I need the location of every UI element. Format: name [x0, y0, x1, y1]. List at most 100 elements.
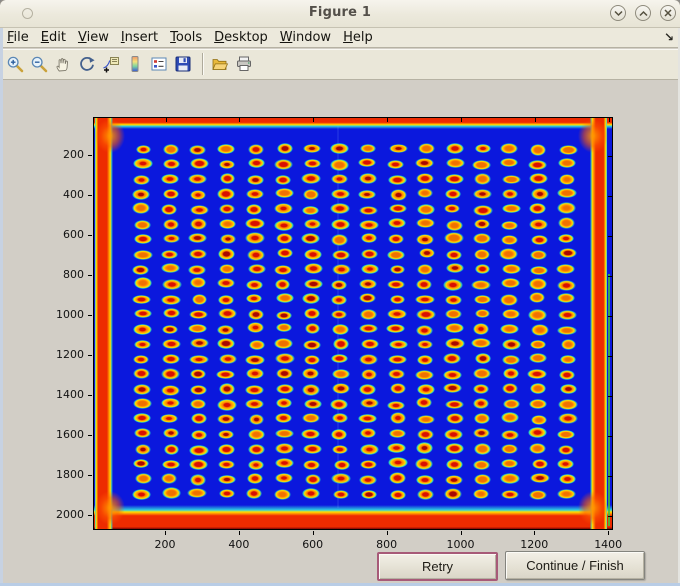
y-axis-tick-right	[608, 435, 612, 437]
y-axis-tick-right	[608, 235, 612, 237]
array-spot	[133, 355, 150, 365]
array-spot	[163, 143, 180, 155]
array-spot	[499, 248, 519, 260]
print-figure-button[interactable]	[235, 55, 253, 73]
menu-item-window[interactable]: Window	[274, 29, 337, 46]
array-spot	[445, 262, 464, 273]
array-spot	[133, 427, 152, 439]
array-spot	[132, 458, 150, 469]
array-spot	[557, 458, 574, 469]
array-spot	[219, 173, 236, 184]
save-figure-button[interactable]	[174, 55, 192, 73]
array-spot	[273, 159, 293, 171]
array-spot	[244, 217, 265, 230]
array-spot	[445, 308, 463, 319]
array-spot	[304, 279, 323, 289]
y-axis-tick-left	[88, 475, 92, 476]
array-spot	[416, 384, 435, 395]
array-spot	[444, 428, 463, 441]
array-spot	[359, 428, 376, 438]
x-axis-tick-bottom	[312, 531, 314, 535]
array-spot	[527, 159, 548, 171]
array-spot	[276, 384, 294, 394]
array-spot	[531, 458, 548, 469]
figure-window: Figure 1 File Edit View Insert Tools Desktop W…	[0, 0, 680, 586]
array-spot	[246, 293, 263, 303]
array-spot	[302, 460, 321, 470]
array-spot	[188, 174, 207, 184]
array-spot	[500, 429, 520, 441]
insert-legend-button[interactable]	[150, 55, 168, 73]
shade-window-button[interactable]	[610, 5, 626, 21]
y-tick-label: 2000	[56, 508, 84, 521]
array-spot	[359, 444, 379, 455]
array-spot	[474, 308, 491, 318]
array-spot	[388, 340, 408, 350]
menu-item-tools[interactable]: Tools	[164, 29, 208, 46]
array-spot	[444, 203, 461, 213]
array-spot	[304, 263, 323, 274]
pan-button[interactable]	[54, 55, 72, 73]
data-cursor-button[interactable]	[102, 55, 120, 73]
array-spot	[557, 188, 577, 199]
array-spot	[276, 323, 293, 333]
array-spot	[190, 338, 210, 348]
insert-colorbar-button[interactable]	[126, 55, 144, 73]
menu-item-file[interactable]: File	[1, 29, 35, 46]
dock-figure-arrow-icon[interactable]: ↘	[664, 30, 674, 44]
menu-item-view[interactable]: View	[72, 29, 115, 46]
array-spot	[332, 324, 350, 336]
array-spot	[556, 279, 577, 291]
array-spot	[160, 413, 178, 423]
array-spot	[332, 263, 351, 276]
array-spot	[301, 292, 321, 305]
array-spot	[417, 429, 434, 440]
menu-item-help[interactable]: Help	[337, 29, 379, 46]
array-spot	[359, 173, 378, 185]
array-spot	[273, 489, 291, 501]
array-spot	[331, 294, 348, 306]
array-spot	[500, 473, 520, 484]
array-spot	[470, 338, 491, 348]
array-spot	[442, 369, 462, 381]
x-axis-tick-bottom	[238, 531, 240, 535]
open-file-button[interactable]	[211, 55, 229, 73]
array-spot	[529, 339, 546, 350]
array-spot	[474, 295, 491, 305]
array-spot	[360, 397, 380, 408]
plate-edge-left	[95, 118, 113, 529]
array-spot	[331, 279, 348, 291]
close-window-button[interactable]	[660, 5, 676, 21]
array-spot	[529, 443, 546, 454]
array-spot	[415, 475, 435, 486]
array-spot	[530, 144, 547, 156]
continue-finish-button[interactable]: Continue / Finish	[505, 551, 645, 580]
array-spot	[189, 473, 206, 486]
y-axis-tick-left	[88, 395, 92, 396]
array-spot	[275, 310, 292, 320]
array-spot	[415, 295, 435, 305]
array-spot	[161, 338, 182, 349]
array-spot	[417, 340, 434, 350]
retry-button[interactable]: Retry	[377, 552, 498, 581]
array-spot	[160, 397, 181, 409]
array-spot	[132, 383, 151, 396]
array-spot	[331, 473, 352, 484]
array-spot	[445, 443, 465, 455]
menu-item-desktop[interactable]: Desktop	[208, 29, 274, 46]
menu-item-edit[interactable]: Edit	[35, 29, 72, 46]
array-spot	[472, 323, 490, 335]
zoom-in-button[interactable]	[6, 55, 24, 73]
unshade-window-button[interactable]	[635, 5, 651, 21]
menu-item-insert[interactable]: Insert	[115, 29, 164, 46]
array-spot	[358, 474, 377, 485]
array-spot	[161, 353, 180, 365]
rotate-3d-button[interactable]	[78, 55, 96, 73]
array-spot	[500, 278, 521, 289]
array-spot	[361, 249, 378, 259]
array-spot	[559, 355, 577, 365]
array-spot	[472, 383, 489, 394]
array-spot	[557, 489, 576, 499]
zoom-out-button[interactable]	[30, 55, 48, 73]
array-spot	[389, 188, 408, 201]
